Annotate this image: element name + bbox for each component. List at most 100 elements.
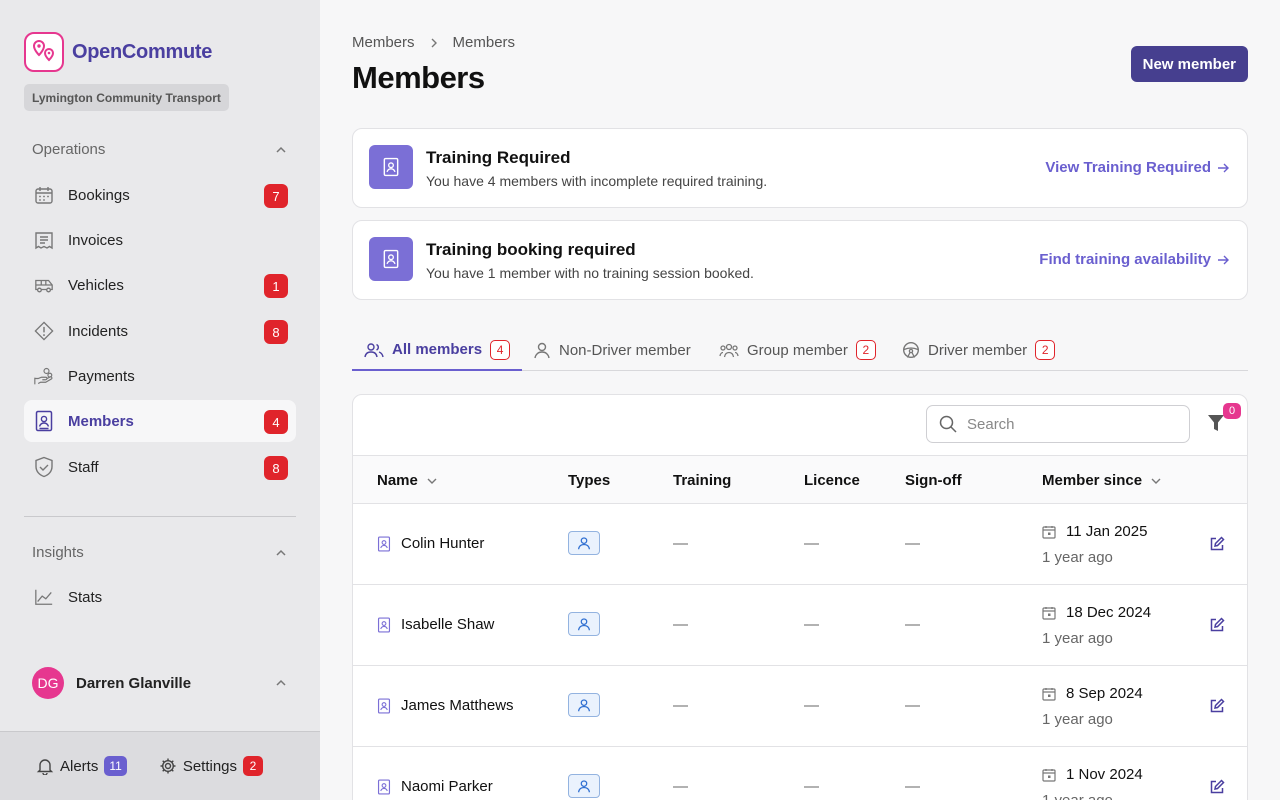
member-since-value: 18 Dec 2024: [1066, 604, 1152, 621]
member-name-cell[interactable]: Naomi Parker: [377, 778, 493, 795]
insights-section-toggle[interactable]: Insights: [32, 544, 288, 561]
chevron-down-icon: [427, 478, 437, 484]
column-header-name[interactable]: Name: [377, 472, 438, 489]
column-header-label: Name: [377, 472, 418, 489]
tab-all-members[interactable]: All members 4: [352, 330, 523, 371]
brand-name: OpenCommute: [72, 40, 213, 63]
org-badge[interactable]: Lymington Community Transport: [24, 84, 229, 111]
user-menu[interactable]: DG Darren Glanville: [32, 667, 288, 699]
column-header-label: Member since: [1042, 472, 1143, 489]
chevron-up-icon: [276, 679, 286, 686]
gear-icon: [160, 758, 176, 774]
sidebar-item-members[interactable]: Members 4: [24, 400, 296, 442]
chevron-right-icon: [431, 38, 437, 47]
sidebar-item-label: Vehicles: [68, 276, 124, 294]
training-required-notice: Training Required You have 4 members wit…: [352, 128, 1248, 208]
member-type-pill: [568, 774, 600, 798]
settings-button[interactable]: Settings 2: [159, 756, 264, 776]
edit-icon[interactable]: [1209, 698, 1225, 714]
alerts-label: Alerts: [60, 757, 99, 775]
tab-count-badge: 2: [1035, 340, 1056, 360]
member-since-relative: 1 year ago: [1042, 792, 1113, 800]
member-name-cell[interactable]: Isabelle Shaw: [377, 616, 494, 633]
breadcrumb-link[interactable]: Members: [352, 34, 415, 51]
sidebar-item-invoices[interactable]: Invoices: [24, 219, 296, 261]
member-badge-icon: [369, 237, 413, 281]
table-row[interactable]: James Matthews — — — 8 Sep 2024 1 year a…: [353, 666, 1247, 747]
tab-count-badge: 4: [490, 339, 511, 360]
tab-label: All members: [392, 341, 483, 358]
sidebar-item-bookings[interactable]: Bookings 7: [24, 174, 296, 216]
member-badge-icon: [377, 617, 391, 632]
user-name: Darren Glanville: [76, 674, 192, 692]
insights-label: Insights: [32, 544, 84, 561]
sidebar-item-label: Staff: [68, 458, 99, 476]
new-member-button[interactable]: New member: [1130, 46, 1248, 82]
edit-icon[interactable]: [1209, 779, 1225, 795]
notice-title: Training booking required: [426, 240, 636, 259]
find-training-availability-link[interactable]: Find training availability: [1039, 251, 1229, 268]
tab-count-badge: 2: [855, 340, 876, 360]
sidebar-item-vehicles[interactable]: Vehicles 1: [24, 264, 296, 306]
signoff-cell: —: [905, 778, 920, 795]
user-icon: [577, 780, 591, 793]
member-type-tabs: All members 4 Non-Driver member Group me…: [352, 330, 1248, 371]
breadcrumb: Members Members: [352, 34, 515, 51]
licence-cell: —: [804, 535, 819, 552]
view-training-required-link[interactable]: View Training Required: [1045, 159, 1229, 176]
sidebar-footer: Alerts 11 Settings 2: [0, 731, 320, 800]
table-row[interactable]: Naomi Parker — — — 1 Nov 2024 1 year ago: [353, 747, 1247, 800]
member-name: Colin Hunter: [401, 535, 485, 552]
notice-text: You have 1 member with no training sessi…: [426, 265, 754, 281]
user-icon: [577, 699, 591, 712]
calendar-icon: [1042, 768, 1056, 782]
edit-icon[interactable]: [1209, 617, 1225, 633]
sidebar-item-stats[interactable]: Stats: [24, 576, 296, 618]
filter-icon: [1208, 415, 1224, 431]
search-input[interactable]: [967, 415, 1167, 433]
calendar-icon: [1042, 525, 1056, 539]
page-title: Members: [352, 60, 485, 95]
operations-section-toggle[interactable]: Operations: [32, 141, 288, 158]
member-name-cell[interactable]: Colin Hunter: [377, 535, 484, 552]
user-icon: [577, 537, 591, 550]
operations-label: Operations: [32, 141, 106, 158]
sidebar-item-staff[interactable]: Staff 8: [24, 446, 296, 488]
user-icon: [534, 342, 550, 359]
calendar-icon: [1042, 687, 1056, 701]
signoff-cell: —: [905, 535, 920, 552]
calendar-icon: [34, 185, 54, 205]
training-booking-notice: Training booking required You have 1 mem…: [352, 220, 1248, 300]
tab-driver-member[interactable]: Driver member 2: [902, 330, 1056, 370]
filter-count-badge: 0: [1223, 403, 1241, 419]
member-badge-icon: [34, 410, 54, 432]
alerts-button[interactable]: Alerts 11: [36, 756, 127, 776]
member-name-cell[interactable]: James Matthews: [377, 697, 514, 714]
member-since-relative: 1 year ago: [1042, 549, 1113, 566]
tab-label: Group member: [747, 341, 848, 359]
sidebar-item-incidents[interactable]: Incidents 8: [24, 310, 296, 352]
brand-logo[interactable]: OpenCommute: [24, 32, 212, 72]
member-badge-icon: [377, 779, 391, 794]
map-pins-icon: [24, 32, 64, 72]
member-since-value: 11 Jan 2025: [1066, 523, 1148, 540]
notice-text: You have 4 members with incomplete requi…: [426, 173, 768, 189]
table-row[interactable]: Isabelle Shaw — — — 18 Dec 2024 1 year a…: [353, 585, 1247, 666]
member-name: Isabelle Shaw: [401, 616, 495, 633]
column-header-member-since[interactable]: Member since: [1042, 472, 1162, 489]
edit-icon[interactable]: [1209, 536, 1225, 552]
tab-group-member[interactable]: Group member 2: [719, 330, 876, 370]
table-row[interactable]: Colin Hunter — — — 11 Jan 2025 1 year ag…: [353, 504, 1247, 585]
licence-cell: —: [804, 778, 819, 795]
bookings-count-badge: 7: [264, 184, 288, 208]
sidebar: OpenCommute Lymington Community Transpor…: [0, 0, 320, 800]
search-field[interactable]: [926, 405, 1190, 443]
sidebar-item-payments[interactable]: Payments: [24, 355, 296, 397]
tab-label: Non-Driver member: [559, 341, 691, 359]
alerts-count-badge: 11: [104, 756, 127, 776]
sidebar-divider: [24, 516, 296, 517]
member-type-pill: [568, 531, 600, 555]
tab-non-driver-member[interactable]: Non-Driver member: [533, 330, 691, 370]
member-badge-icon: [369, 145, 413, 189]
chevron-up-icon: [276, 146, 286, 153]
